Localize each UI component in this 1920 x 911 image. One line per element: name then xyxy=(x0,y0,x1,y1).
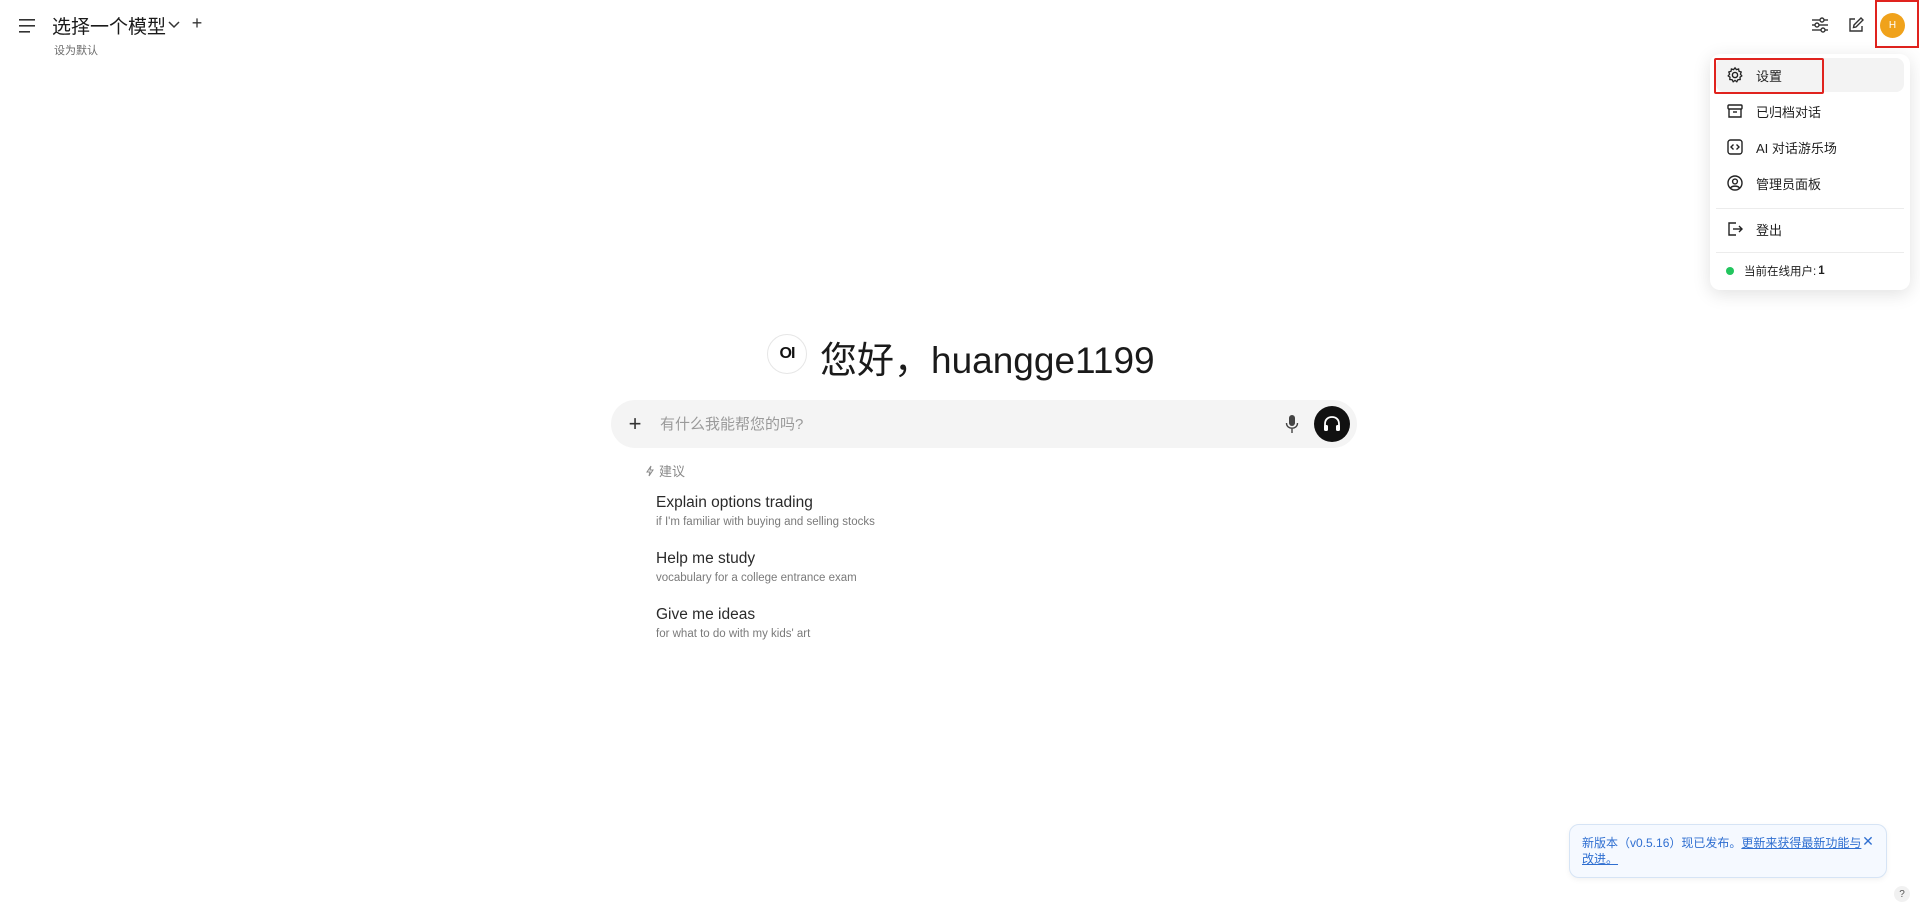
online-users-status: 当前在线用户: 1 xyxy=(1726,260,1825,282)
model-logo: OI xyxy=(767,334,807,374)
menu-item-label: 已归档对话 xyxy=(1756,104,1822,120)
sliders-icon xyxy=(1812,17,1828,33)
suggestion-subtitle: vocabulary for a college entrance exam xyxy=(656,572,857,584)
toast-message: 新版本（v0.5.16）现已发布。更新来获得最新功能与改进。 xyxy=(1582,835,1862,867)
suggestion-subtitle: for what to do with my kids' art xyxy=(656,628,811,640)
menu-item-logout[interactable]: 登出 xyxy=(1716,212,1904,246)
menu-item-label: AI 对话游乐场 xyxy=(1756,140,1837,156)
menu-item-label: 登出 xyxy=(1756,222,1783,238)
model-selector-label[interactable]: 选择一个模型 xyxy=(52,12,166,39)
chevron-down-icon[interactable] xyxy=(166,17,182,33)
suggestions-header-label: 建议 xyxy=(659,464,686,479)
chat-input[interactable] xyxy=(660,410,1260,438)
suggestion-title: Help me study xyxy=(656,550,756,567)
suggestions-header: 建议 xyxy=(644,461,685,480)
sidebar-toggle-button[interactable] xyxy=(16,14,40,38)
suggestion-title: Explain options trading xyxy=(656,494,813,511)
suggestion-item[interactable]: Give me ideas for what to do with my kid… xyxy=(656,606,810,640)
menu-item-label: 管理员面板 xyxy=(1756,176,1822,192)
greeting-heading: 您好，huangge1199 xyxy=(820,340,1155,381)
bolt-icon xyxy=(646,465,654,476)
menu-item-playground[interactable]: AI 对话游乐场 xyxy=(1716,130,1904,164)
archive-icon xyxy=(1727,104,1743,118)
suggestion-title: Give me ideas xyxy=(656,606,756,623)
user-circle-icon xyxy=(1727,175,1743,191)
microphone-icon xyxy=(1285,415,1299,433)
toast-text: 新版本（v0.5.16）现已发布。 xyxy=(1582,836,1742,850)
online-users-count: 1 xyxy=(1818,265,1825,277)
code-icon xyxy=(1727,139,1743,155)
voice-input-button[interactable] xyxy=(1282,413,1302,435)
edit-icon xyxy=(1849,17,1864,32)
user-avatar-button[interactable]: H xyxy=(1880,13,1905,38)
online-users-label: 当前在线用户: xyxy=(1744,266,1817,278)
menu-item-archived-chats[interactable]: 已归档对话 xyxy=(1716,94,1904,128)
suggestion-item[interactable]: Help me study vocabulary for a college e… xyxy=(656,550,857,584)
logout-icon xyxy=(1728,222,1743,236)
online-dot-icon xyxy=(1726,267,1734,275)
new-chat-button[interactable] xyxy=(1845,14,1867,36)
update-toast: 新版本（v0.5.16）现已发布。更新来获得最新功能与改进。 ✕ xyxy=(1569,824,1887,878)
voice-mode-button[interactable] xyxy=(1314,406,1350,442)
set-default-link[interactable]: 设为默认 xyxy=(54,42,98,58)
chat-controls-button[interactable] xyxy=(1809,14,1831,36)
menu-divider xyxy=(1716,252,1904,253)
menu-icon xyxy=(19,19,35,33)
suggestion-subtitle: if I'm familiar with buying and selling … xyxy=(656,516,875,528)
suggestion-item[interactable]: Explain options trading if I'm familiar … xyxy=(656,494,875,528)
attach-button[interactable]: + xyxy=(624,411,646,436)
settings-highlight-box xyxy=(1714,58,1824,94)
add-model-button[interactable]: + xyxy=(188,13,206,33)
headphones-icon xyxy=(1324,416,1340,431)
menu-item-admin-panel[interactable]: 管理员面板 xyxy=(1716,166,1904,200)
help-button[interactable]: ? xyxy=(1894,886,1910,902)
close-icon[interactable]: ✕ xyxy=(1860,833,1876,849)
menu-divider xyxy=(1716,208,1904,209)
